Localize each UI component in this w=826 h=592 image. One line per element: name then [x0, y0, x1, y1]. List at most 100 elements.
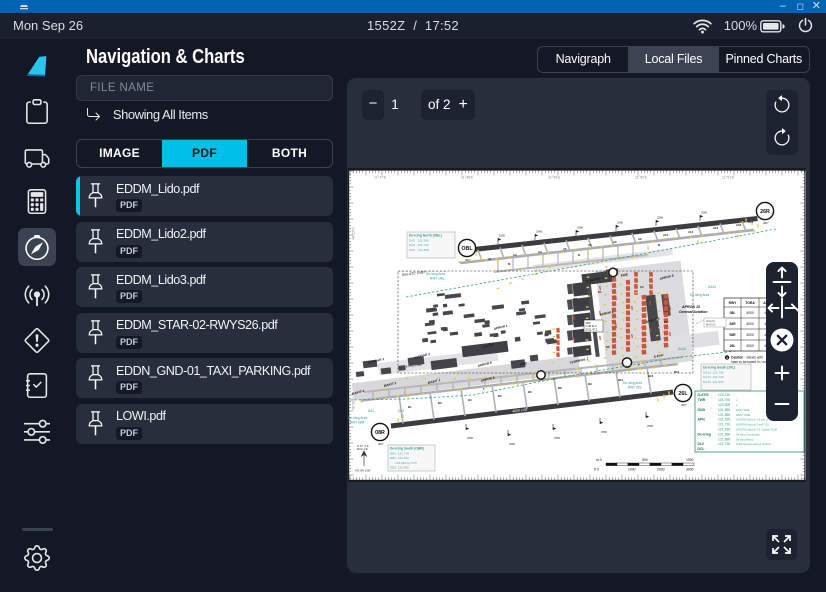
- svg-text:121.580: 121.580: [718, 408, 730, 412]
- svg-text:De-icing Area: De-icing Area: [426, 272, 445, 276]
- svg-text:26R: 26R: [760, 209, 770, 215]
- svg-text:A6: A6: [588, 243, 592, 247]
- svg-text:121.730: 121.730: [718, 442, 730, 446]
- svg-text:DA2 121.740: DA2 121.740: [409, 243, 429, 247]
- svg-text:48°22'N: 48°22'N: [352, 227, 356, 240]
- svg-text:2586: 2586: [577, 226, 583, 230]
- svg-text:4°E-WV 1987: 4°E-WV 1987: [355, 469, 371, 473]
- svg-text:11°47'E: 11°47'E: [374, 176, 387, 180]
- svg-text:EAST SIDE: EAST SIDE: [736, 408, 750, 412]
- svg-text:DA3 121.840: DA3 121.840: [409, 248, 429, 252]
- svg-text:121.710: 121.710: [718, 423, 730, 427]
- svg-text:4000: 4000: [746, 311, 754, 315]
- svg-text:121.960: 121.960: [718, 432, 730, 436]
- svg-text:121.850: 121.850: [718, 413, 730, 417]
- svg-text:4000: 4000: [746, 333, 754, 337]
- svg-text:De-icing Area: De-icing Area: [348, 416, 367, 420]
- svg-text:MOGAS: MOGAS: [706, 323, 716, 327]
- svg-text:A15: A15: [748, 220, 754, 224]
- svg-text:General Aviation: General Aviation: [679, 310, 708, 314]
- svg-text:ft 0: ft 0: [594, 467, 599, 471]
- svg-text:08R: 08R: [729, 333, 736, 337]
- svg-text:RWY 08R: RWY 08R: [350, 421, 365, 425]
- svg-text:11°51'E: 11°51'E: [722, 176, 735, 180]
- svg-text:A12: A12: [688, 230, 694, 234]
- svg-text:2586: 2586: [554, 436, 560, 440]
- svg-text:D8: D8: [606, 345, 610, 349]
- svg-text:B12: B12: [618, 378, 624, 382]
- svg-text:08L: 08L: [730, 311, 736, 315]
- svg-text:3000: 3000: [686, 467, 694, 471]
- svg-text:26L: 26L: [678, 391, 688, 397]
- svg-text:080°: 080°: [465, 258, 471, 262]
- svg-text:2000: 2000: [657, 467, 665, 471]
- svg-text:AVGAS: AVGAS: [706, 319, 715, 323]
- svg-text:B5: B5: [498, 394, 502, 398]
- svg-text:26R: 26R: [729, 322, 736, 326]
- svg-text:2586: 2586: [467, 436, 473, 440]
- svg-text:A9: A9: [638, 237, 642, 241]
- svg-text:DA1: DA1: [368, 409, 374, 413]
- svg-text:DB1 121.740: DB1 121.740: [390, 452, 409, 456]
- svg-text:500: 500: [642, 458, 648, 462]
- svg-text:A4: A4: [538, 250, 542, 254]
- svg-text:De-icing Area: De-icing Area: [623, 381, 642, 385]
- svg-text:080°: 080°: [378, 442, 384, 446]
- svg-text:TORA: TORA: [745, 301, 755, 305]
- svg-text:DA16: DA16: [678, 347, 686, 351]
- svg-text:2586: 2586: [647, 424, 653, 428]
- svg-text:DA13 121.705: DA13 121.705: [703, 371, 724, 375]
- svg-text:RWY: RWY: [729, 301, 738, 305]
- svg-text:A14: A14: [736, 223, 742, 227]
- svg-text:4000: 4000: [746, 344, 754, 348]
- svg-text:2586: 2586: [617, 221, 623, 225]
- svg-text:m 0: m 0: [596, 458, 602, 462]
- svg-text:B6: B6: [528, 390, 532, 394]
- svg-text:S: S: [553, 377, 555, 381]
- svg-text:Initial call and start-up requ: Initial call and start-up request: [736, 442, 771, 446]
- svg-text:D-ATIS: D-ATIS: [698, 393, 710, 397]
- svg-text:A8: A8: [613, 240, 617, 244]
- svg-text:11°49'E: 11°49'E: [548, 176, 561, 180]
- svg-text:DA1 121.590: DA1 121.590: [409, 239, 429, 243]
- svg-text:N: N: [658, 243, 660, 247]
- svg-text:WEST SIDE: WEST SIDE: [736, 413, 750, 417]
- svg-text:121.880: 121.880: [718, 437, 730, 441]
- svg-text:DLV: DLV: [698, 442, 705, 446]
- svg-text:T: T: [638, 363, 640, 367]
- svg-text:Caution - stands with: Caution - stands with: [731, 356, 763, 360]
- svg-text:DA14 121.740: DA14 121.740: [703, 375, 724, 379]
- svg-text:(NORTH) Aprons 2 and 7-10: (NORTH) Aprons 2 and 7-10: [736, 423, 769, 427]
- svg-text:2586: 2586: [657, 216, 663, 220]
- svg-text:2586: 2586: [536, 230, 542, 234]
- svg-text:De-icing Coordinator: De-icing Coordinator: [736, 432, 760, 436]
- svg-text:11°50'E: 11°50'E: [635, 176, 648, 180]
- svg-text:B13: B13: [648, 374, 654, 378]
- svg-text:A5: A5: [563, 247, 567, 251]
- svg-text:A13: A13: [713, 226, 719, 230]
- svg-text:2586: 2586: [499, 234, 505, 238]
- svg-text:2586: 2586: [701, 211, 707, 215]
- svg-text:08R: 08R: [375, 430, 385, 436]
- svg-text:N: N: [578, 253, 580, 257]
- svg-text:080°: 080°: [681, 403, 687, 407]
- svg-text:APRON 13: APRON 13: [681, 305, 700, 309]
- svg-text:W2: W2: [573, 297, 578, 301]
- svg-text:1: 1: [726, 356, 728, 360]
- svg-text:APN: APN: [698, 418, 706, 422]
- svg-text:26L: 26L: [730, 344, 736, 348]
- svg-text:E011 47.2: E011 47.2: [586, 327, 598, 331]
- svg-text:121.680 by ATC: 121.680 by ATC: [390, 461, 418, 465]
- svg-text:B9: B9: [588, 382, 592, 386]
- svg-text:TWR: TWR: [698, 398, 706, 402]
- svg-text:have to be towed in / out: have to be towed in / out: [731, 360, 767, 364]
- svg-text:A1: A1: [488, 257, 492, 261]
- svg-text:De-icing South (26L): De-icing South (26L): [703, 366, 735, 370]
- svg-text:De-icing Ramp: De-icing Ramp: [736, 437, 754, 441]
- svg-text:RWY OBL: RWY OBL: [430, 277, 445, 281]
- svg-text:De-icing Area: De-icing Area: [690, 293, 709, 297]
- svg-text:120.505: 120.505: [718, 403, 730, 407]
- svg-text:(SOUTH) Aprons 3-5, Stands 70-: (SOUTH) Aprons 3-5, Stands 70-98: [736, 428, 777, 432]
- svg-text:De-icing South (OBR): De-icing South (OBR): [390, 447, 424, 451]
- svg-text:GND: GND: [698, 408, 706, 412]
